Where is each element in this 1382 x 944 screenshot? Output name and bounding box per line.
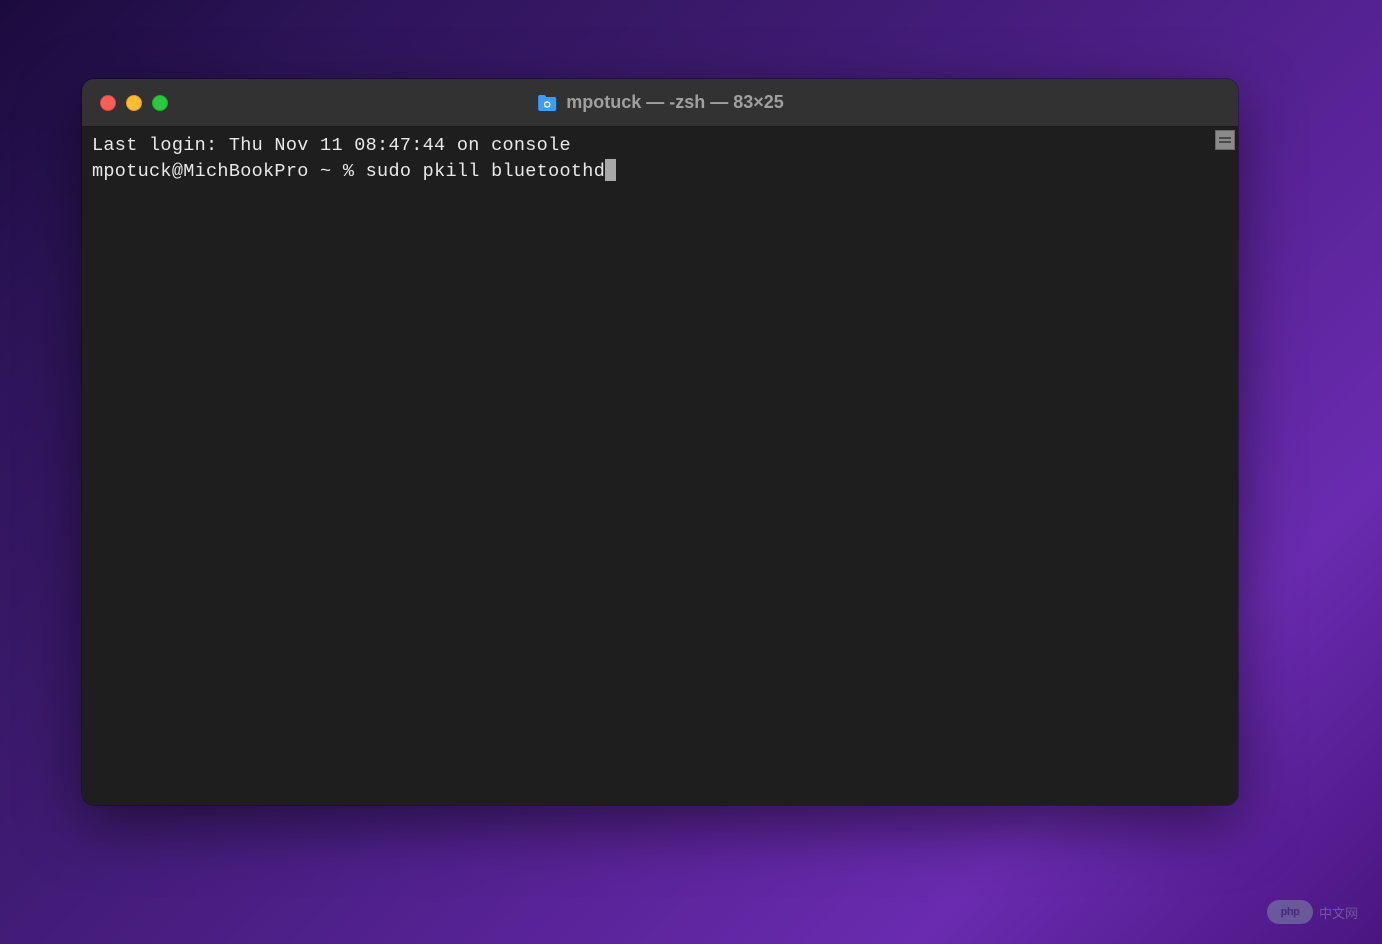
terminal-body[interactable]: Last login: Thu Nov 11 08:47:44 on conso… <box>82 127 1238 805</box>
window-controls <box>82 95 168 111</box>
minimize-button[interactable] <box>126 95 142 111</box>
watermark-text: 中文网 <box>1319 903 1358 922</box>
window-title-text: mpotuck — -zsh — 83×25 <box>566 92 784 113</box>
prompt-text: mpotuck@MichBookPro ~ % <box>92 161 366 182</box>
close-button[interactable] <box>100 95 116 111</box>
terminal-output-line: Last login: Thu Nov 11 08:47:44 on conso… <box>92 133 1228 159</box>
watermark-logo: php <box>1267 900 1313 924</box>
terminal-prompt-line: mpotuck@MichBookPro ~ % sudo pkill bluet… <box>92 159 1228 185</box>
titlebar[interactable]: mpotuck — -zsh — 83×25 <box>82 79 1238 127</box>
cursor <box>605 159 616 181</box>
command-text: sudo pkill bluetoothd <box>366 161 605 182</box>
maximize-button[interactable] <box>152 95 168 111</box>
window-title: mpotuck — -zsh — 83×25 <box>536 92 784 113</box>
terminal-window: mpotuck — -zsh — 83×25 Last login: Thu N… <box>82 79 1238 805</box>
scroll-indicator[interactable] <box>1215 130 1235 150</box>
watermark: php 中文网 <box>1267 900 1358 924</box>
folder-icon <box>536 94 558 112</box>
